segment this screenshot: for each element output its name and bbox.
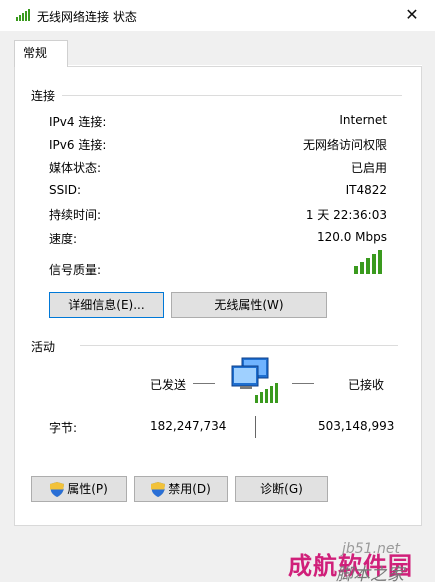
received-label: 已接收 [348,378,385,392]
dialog-frame-left [0,31,14,582]
close-button[interactable]: ✕ [398,4,426,26]
wifi-signal-icon [16,9,30,21]
activity-section-title: 活动 [31,340,56,354]
bytes-received-value: 503,148,993 [318,419,395,433]
signal-bar-2 [360,262,364,274]
signal-bar-4 [372,254,376,274]
close-icon: ✕ [405,5,419,24]
ssid-value: IT4822 [345,183,387,197]
sent-label: 已发送 [150,378,187,392]
signal-bar-3 [366,258,370,274]
bytes-sent-value: 182,247,734 [150,419,227,433]
properties-button[interactable]: 属性(P) [31,476,127,502]
received-line [292,383,314,384]
disable-button-label: 禁用(D) [168,482,211,496]
connection-divider [62,95,402,96]
uac-shield-icon [50,482,65,497]
media-state-label: 媒体状态: [49,161,102,175]
ipv4-label: IPv4 连接: [49,115,107,129]
watermark-site: 脚本之家 [336,565,404,585]
bytes-separator [255,416,256,438]
title-bar[interactable]: 无线网络连接 状态 ✕ [0,0,435,31]
speed-label: 速度: [49,232,78,246]
dialog-frame-right [422,31,435,582]
tab-general[interactable]: 常规 [14,40,68,67]
tab-general-label: 常规 [23,46,48,60]
diagnose-button[interactable]: 诊断(G) [235,476,328,502]
status-dialog: 无线网络连接 状态 ✕ 常规 连接 IPv4 连接: Internet IPv6… [0,0,435,585]
sent-line [193,383,215,384]
properties-button-label: 属性(P) [67,482,108,496]
duration-value: 1 天 22:36:03 [305,208,387,222]
duration-label: 持续时间: [49,208,102,222]
signal-quality-label: 信号质量: [49,263,102,277]
ipv6-value: 无网络访问权限 [302,138,387,152]
signal-bar-1 [354,266,358,274]
uac-shield-icon [151,482,166,497]
ipv4-value: Internet [339,113,387,127]
ssid-label: SSID: [49,183,82,197]
wireless-properties-button[interactable]: 无线属性(W) [171,292,327,318]
activity-divider [80,345,398,346]
signal-strength-icon [354,250,382,274]
disable-button[interactable]: 禁用(D) [134,476,228,502]
connection-section-title: 连接 [31,89,56,103]
details-button[interactable]: 详细信息(E)... [49,292,164,318]
ipv6-label: IPv6 连接: [49,138,107,152]
media-state-value: 已启用 [350,161,387,175]
bytes-label: 字节: [49,421,78,435]
signal-bar-5 [378,250,382,274]
speed-value: 120.0 Mbps [316,230,387,244]
window-title: 无线网络连接 状态 [37,10,137,24]
network-computers-icon [231,357,278,403]
